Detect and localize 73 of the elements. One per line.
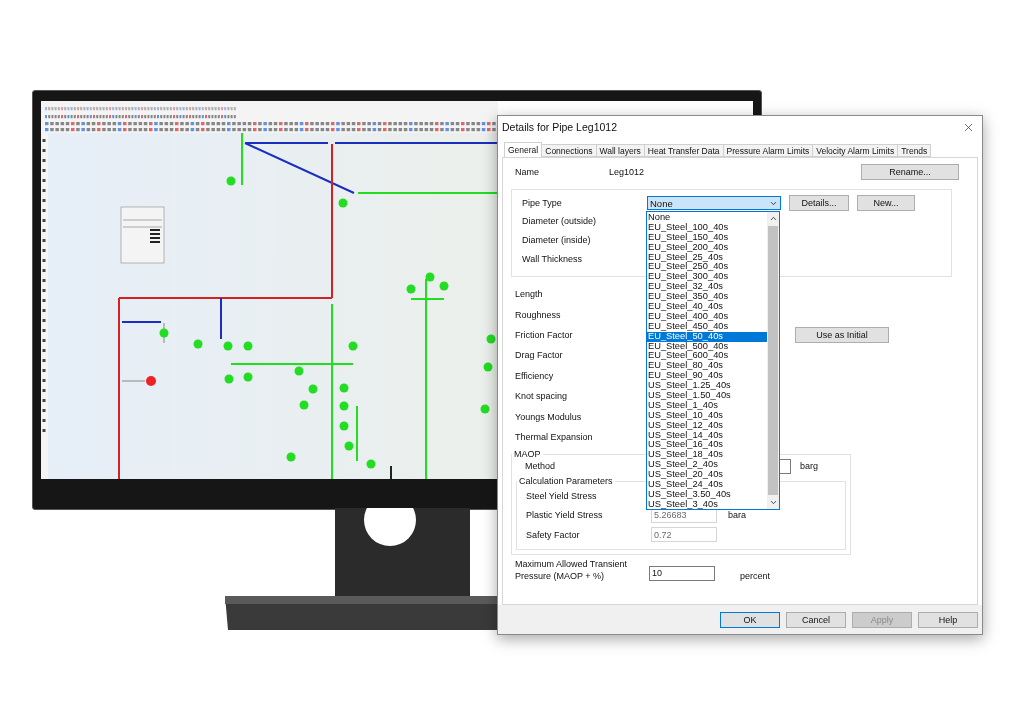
field-label: Diameter (inside) bbox=[522, 235, 592, 246]
pipe-type-dropdown[interactable]: None bbox=[647, 196, 781, 210]
field-label: Maximum Allowed Transient Pressure (MAOP + %) bbox=[515, 557, 629, 582]
tab[interactable]: Connections bbox=[541, 144, 597, 157]
tab[interactable]: Trends bbox=[897, 144, 932, 157]
field-label: Length bbox=[515, 289, 544, 300]
dropdown-option[interactable]: EU_Steel_80_40s bbox=[647, 361, 767, 372]
dropdown-option[interactable]: EU_Steel_150_40s bbox=[647, 232, 767, 243]
dropdown-option[interactable]: US_Steel_16_40s bbox=[647, 440, 767, 451]
field-label: Friction Factor bbox=[515, 329, 574, 340]
dropdown-option[interactable]: EU_Steel_450_40s bbox=[647, 321, 767, 332]
input-field[interactable]: 10 bbox=[649, 565, 715, 581]
group-title: Calculation Parameters bbox=[518, 476, 614, 487]
field-label: Method bbox=[525, 461, 557, 472]
dropdown-option[interactable]: US_Steel_20_40s bbox=[647, 470, 767, 481]
dropdown-option[interactable]: EU_Steel_200_40s bbox=[647, 242, 767, 253]
dropdown-option[interactable]: None bbox=[647, 213, 767, 223]
dropdown-option[interactable]: EU_Steel_100_40s bbox=[647, 222, 767, 233]
pipe-name: Leg1012 bbox=[609, 167, 646, 177]
dropdown-option[interactable]: EU_Steel_40_40s bbox=[647, 302, 767, 312]
use-as-initial-button[interactable]: Use as Initial bbox=[795, 326, 889, 343]
dialog-button[interactable]: Cancel bbox=[786, 611, 846, 628]
dropdown-option[interactable]: EU_Steel_350_40s bbox=[647, 292, 767, 302]
field-label: Diameter (outside) bbox=[522, 216, 598, 227]
dialog-button[interactable]: OK bbox=[720, 611, 780, 628]
tab[interactable]: Heat Transfer Data bbox=[643, 144, 724, 157]
dropdown-option[interactable]: US_Steel_14_40s bbox=[647, 430, 767, 441]
rename-button[interactable]: Rename... bbox=[861, 164, 959, 180]
dropdown-option[interactable]: EU_Steel_50_40s bbox=[647, 331, 767, 342]
dropdown-option[interactable]: US_Steel_1.50_40s bbox=[647, 391, 767, 401]
field-label: Pipe Type bbox=[522, 198, 563, 208]
dialog-button[interactable]: Details... bbox=[789, 195, 849, 211]
tab[interactable]: Velocity Alarm Limits bbox=[812, 144, 899, 157]
field-label: Thermal Expansion bbox=[515, 431, 594, 442]
chevron-up-icon bbox=[768, 214, 778, 223]
dropdown-option[interactable]: US_Steel_2_40s bbox=[647, 460, 767, 471]
chevron-down-icon bbox=[768, 498, 778, 507]
field-label: Youngs Modulus bbox=[515, 411, 583, 422]
group-title: MAOP bbox=[513, 449, 542, 460]
dropdown-option[interactable]: EU_Steel_32_40s bbox=[647, 282, 767, 293]
unit-label: percent bbox=[740, 570, 771, 581]
dropdown-option[interactable]: EU_Steel_25_40s bbox=[647, 252, 767, 263]
unit-label: bara bbox=[728, 510, 746, 521]
dropdown-option[interactable]: US_Steel_3.50_40s bbox=[647, 489, 767, 500]
field-label: Knot spacing bbox=[515, 391, 569, 402]
tab[interactable]: Wall layers bbox=[595, 144, 645, 157]
dropdown-option[interactable]: EU_Steel_600_40s bbox=[647, 351, 767, 362]
field-label: Efficiency bbox=[515, 370, 555, 381]
tab[interactable]: General bbox=[504, 142, 543, 157]
dropdown-option[interactable]: EU_Steel_90_40s bbox=[647, 371, 767, 382]
field-label: Wall Thickness bbox=[522, 253, 584, 264]
dropdown-option[interactable]: US_Steel_12_40s bbox=[647, 420, 767, 431]
field-label: Safety Factor bbox=[526, 529, 581, 540]
dropdown-option[interactable]: EU_Steel_500_40s bbox=[647, 341, 767, 352]
dropdown-option[interactable]: EU_Steel_250_40s bbox=[647, 262, 767, 273]
field-label: Name bbox=[515, 167, 540, 177]
scrollbar[interactable] bbox=[767, 212, 779, 509]
dropdown-option[interactable]: US_Steel_18_40s bbox=[647, 450, 767, 461]
dropdown-option[interactable]: US_Steel_3_40s bbox=[647, 499, 767, 510]
tab[interactable]: Pressure Alarm Limits bbox=[722, 144, 814, 157]
unit-label: barg bbox=[800, 461, 818, 472]
field-label: Drag Factor bbox=[515, 350, 564, 361]
dropdown-option[interactable]: EU_Steel_400_40s bbox=[647, 311, 767, 322]
dropdown-option[interactable]: US_Steel_10_40s bbox=[647, 410, 767, 421]
dialog-button[interactable]: New... bbox=[857, 195, 915, 211]
dropdown-option[interactable]: US_Steel_1.25_40s bbox=[647, 381, 767, 392]
field-label: Plastic Yield Stress bbox=[526, 510, 604, 521]
field-label: Roughness bbox=[515, 309, 562, 320]
dropdown-option[interactable]: US_Steel_24_40s bbox=[647, 480, 767, 490]
dialog-button[interactable]: Help bbox=[918, 611, 978, 628]
dialog-title: Details for Pipe Leg1012 bbox=[502, 121, 617, 133]
dropdown-option[interactable]: EU_Steel_300_40s bbox=[647, 272, 767, 283]
dropdown-option[interactable]: US_Steel_1_40s bbox=[647, 400, 767, 411]
